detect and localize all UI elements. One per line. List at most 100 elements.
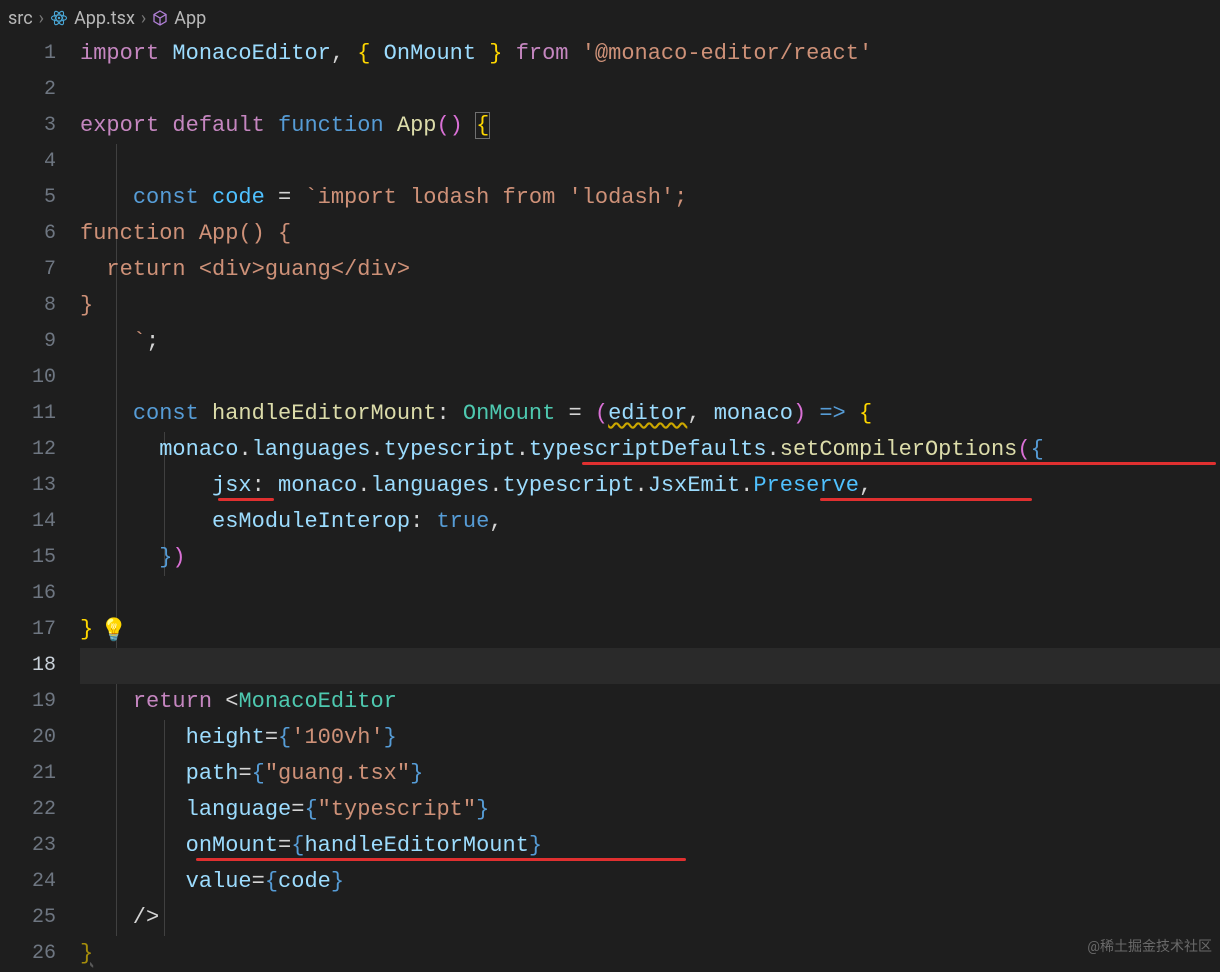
token: .: [357, 473, 370, 498]
line-number: 1: [0, 36, 56, 72]
code-line[interactable]: import MonacoEditor, { OnMount } from '@…: [80, 36, 1220, 72]
token: editor: [608, 401, 687, 426]
code-line[interactable]: [80, 72, 1220, 108]
token: {: [475, 112, 490, 139]
token: value: [186, 869, 252, 894]
breadcrumb-folder[interactable]: src: [8, 8, 33, 29]
token: '@monaco-editor/react': [582, 41, 872, 66]
token: =: [265, 185, 305, 210]
token: monaco: [714, 401, 793, 426]
react-file-icon: [50, 9, 68, 27]
token: />: [106, 905, 159, 930]
token: ,: [687, 401, 713, 426]
breadcrumb-file[interactable]: App.tsx: [74, 8, 135, 29]
token: .: [767, 437, 780, 462]
token: code: [278, 869, 331, 894]
token: '100vh': [291, 725, 383, 750]
token: =: [555, 401, 595, 426]
token: {: [291, 833, 304, 858]
token: function App() {: [80, 221, 291, 246]
annotation-underline: [196, 858, 686, 861]
code-line[interactable]: function App() {: [80, 216, 1220, 252]
code-line[interactable]: esModuleInterop: true,: [80, 504, 1220, 540]
token: `: [106, 329, 146, 354]
code-line[interactable]: `;: [80, 324, 1220, 360]
token: function: [278, 113, 384, 138]
code-line[interactable]: const code = `import lodash from 'lodash…: [80, 180, 1220, 216]
token: [370, 41, 383, 66]
line-number: 7: [0, 252, 56, 288]
token: MonacoEditor: [172, 41, 330, 66]
token: handleEditorMount: [304, 833, 528, 858]
code-line[interactable]: path={"guang.tsx"}: [80, 756, 1220, 792]
token: .: [740, 473, 753, 498]
token: (: [1017, 437, 1030, 462]
code-line[interactable]: />: [80, 900, 1220, 936]
token: {: [278, 725, 291, 750]
token: {: [859, 401, 872, 426]
token: (: [595, 401, 608, 426]
line-number: 20: [0, 720, 56, 756]
code-line[interactable]: const handleEditorMount: OnMount = (edit…: [80, 396, 1220, 432]
token: }: [476, 797, 489, 822]
token: :: [252, 473, 278, 498]
token: language: [186, 797, 292, 822]
token: =>: [819, 401, 845, 426]
token: }: [80, 617, 93, 642]
token: "guang.tsx": [265, 761, 410, 786]
token: [106, 725, 185, 750]
code-line[interactable]: [80, 576, 1220, 612]
code-line[interactable]: [80, 144, 1220, 180]
lightbulb-icon[interactable]: 💡: [100, 614, 127, 650]
token: languages: [370, 473, 489, 498]
code-line[interactable]: }: [80, 288, 1220, 324]
token: ): [793, 401, 806, 426]
code-line[interactable]: [80, 648, 1220, 684]
token: App: [397, 113, 437, 138]
code-line[interactable]: height={'100vh'}: [80, 720, 1220, 756]
breadcrumb-sep-icon: ›: [141, 8, 146, 29]
code-line[interactable]: }: [80, 936, 1220, 972]
code-line[interactable]: }💡: [80, 612, 1220, 648]
line-number: 19: [0, 684, 56, 720]
annotation-underline: [582, 462, 1216, 465]
token: [159, 113, 172, 138]
code-line[interactable]: return <div>guang</div>: [80, 252, 1220, 288]
token: :: [410, 509, 436, 534]
code-line[interactable]: export default function App() {: [80, 108, 1220, 144]
code-area[interactable]: import MonacoEditor, { OnMount } from '@…: [80, 36, 1220, 960]
token: }: [384, 725, 397, 750]
token: MonacoEditor: [238, 689, 396, 714]
token: path: [186, 761, 239, 786]
line-number: 9: [0, 324, 56, 360]
line-number: 3: [0, 108, 56, 144]
token: monaco: [278, 473, 357, 498]
token: OnMount: [384, 41, 476, 66]
token: .: [238, 437, 251, 462]
line-number: 15: [0, 540, 56, 576]
line-number: 14: [0, 504, 56, 540]
symbol-icon: [152, 10, 168, 26]
token: [106, 401, 132, 426]
line-number: 26: [0, 936, 56, 972]
token: [106, 185, 132, 210]
token: [265, 113, 278, 138]
token: [106, 545, 159, 570]
breadcrumb-sep-icon: ›: [39, 8, 44, 29]
token: `import lodash from 'lodash';: [304, 185, 687, 210]
annotation-underline: [820, 498, 1032, 501]
token: setCompilerOptions: [780, 437, 1018, 462]
token: =: [291, 797, 304, 822]
code-line[interactable]: language={"typescript"}: [80, 792, 1220, 828]
breadcrumb-symbol[interactable]: App: [174, 8, 206, 29]
line-number: 4: [0, 144, 56, 180]
token: }: [529, 833, 542, 858]
code-line[interactable]: }): [80, 540, 1220, 576]
line-number: 17: [0, 612, 56, 648]
watermark: @稀土掘金技术社区: [1087, 936, 1212, 956]
code-line[interactable]: value={code}: [80, 864, 1220, 900]
code-editor[interactable]: 1234567891011121314151617181920212223242…: [0, 36, 1220, 960]
code-line[interactable]: [80, 360, 1220, 396]
code-line[interactable]: return <MonacoEditor: [80, 684, 1220, 720]
token: [106, 509, 212, 534]
